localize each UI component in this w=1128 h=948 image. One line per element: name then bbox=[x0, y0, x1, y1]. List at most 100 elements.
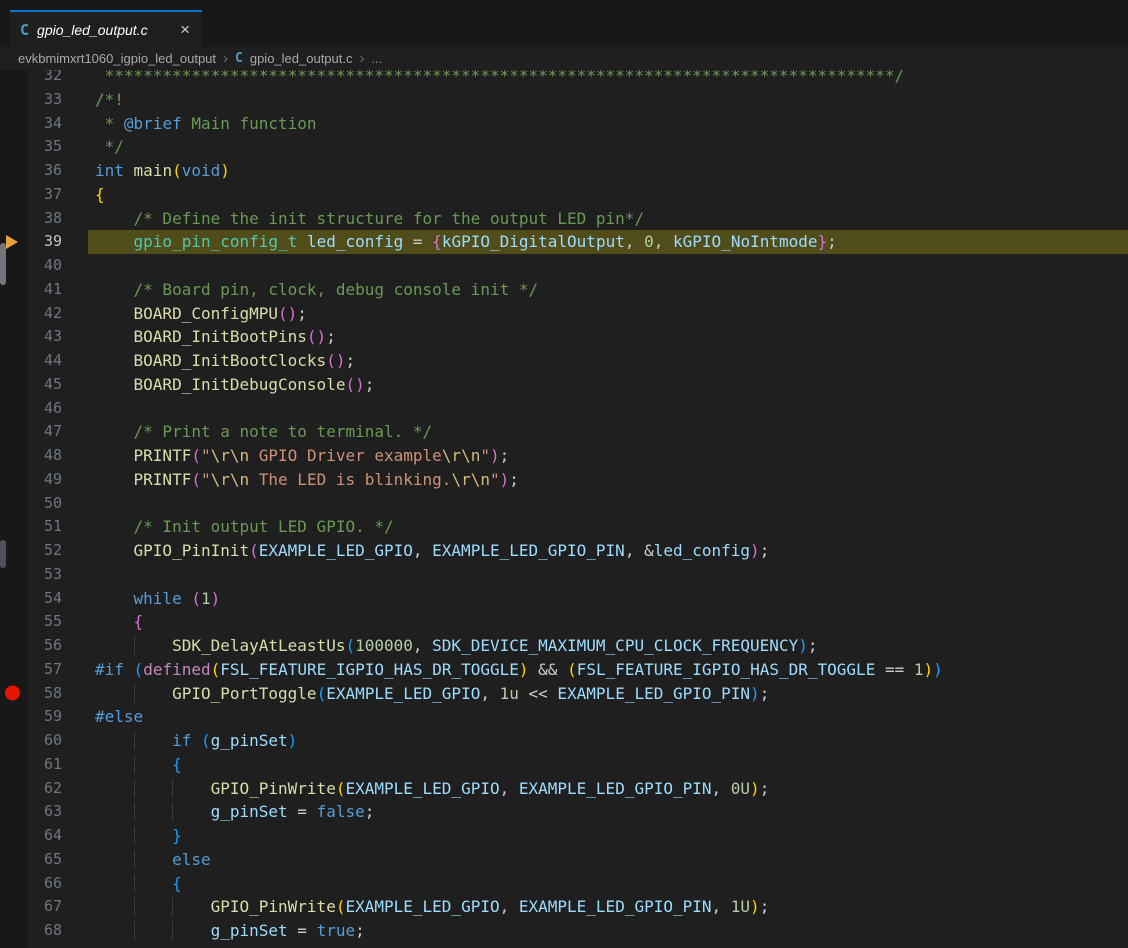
code-line[interactable]: 37{ bbox=[0, 183, 1128, 207]
glyph-margin[interactable] bbox=[0, 373, 28, 397]
glyph-margin[interactable] bbox=[0, 515, 28, 539]
code-text[interactable]: GPIO_PinWrite(EXAMPLE_LED_GPIO, EXAMPLE_… bbox=[88, 895, 1128, 919]
glyph-margin[interactable] bbox=[0, 135, 28, 159]
glyph-margin[interactable] bbox=[0, 207, 28, 231]
glyph-margin[interactable] bbox=[0, 112, 28, 136]
code-text[interactable] bbox=[88, 563, 1128, 587]
glyph-margin[interactable] bbox=[0, 729, 28, 753]
glyph-margin[interactable] bbox=[0, 349, 28, 373]
code-line[interactable]: 57#if (defined(FSL_FEATURE_IGPIO_HAS_DR_… bbox=[0, 658, 1128, 682]
code-text[interactable]: BOARD_ConfigMPU(); bbox=[88, 302, 1128, 326]
glyph-margin[interactable] bbox=[0, 88, 28, 112]
code-line[interactable]: 53 bbox=[0, 563, 1128, 587]
glyph-margin[interactable] bbox=[0, 183, 28, 207]
code-line[interactable]: 65 else bbox=[0, 848, 1128, 872]
code-text[interactable]: #else bbox=[88, 705, 1128, 729]
code-text[interactable]: /* Print a note to terminal. */ bbox=[88, 420, 1128, 444]
breadcrumb-item-folder[interactable]: evkbmimxrt1060_igpio_led_output bbox=[18, 51, 216, 66]
code-text[interactable]: #if (defined(FSL_FEATURE_IGPIO_HAS_DR_TO… bbox=[88, 658, 1128, 682]
code-line[interactable]: 50 bbox=[0, 492, 1128, 516]
code-text[interactable]: int main(void) bbox=[88, 159, 1128, 183]
code-text[interactable]: g_pinSet = true; bbox=[88, 919, 1128, 943]
code-text[interactable]: GPIO_PinWrite(EXAMPLE_LED_GPIO, EXAMPLE_… bbox=[88, 777, 1128, 801]
glyph-margin[interactable] bbox=[0, 70, 28, 88]
code-text[interactable]: BOARD_InitDebugConsole(); bbox=[88, 373, 1128, 397]
code-text[interactable]: else bbox=[88, 848, 1128, 872]
code-line[interactable]: 58 GPIO_PortToggle(EXAMPLE_LED_GPIO, 1u … bbox=[0, 682, 1128, 706]
code-text[interactable]: GPIO_PortToggle(EXAMPLE_LED_GPIO, 1u << … bbox=[88, 682, 1128, 706]
code-text[interactable] bbox=[88, 397, 1128, 421]
code-text[interactable]: PRINTF("\r\n The LED is blinking.\r\n"); bbox=[88, 468, 1128, 492]
code-line[interactable]: 62 GPIO_PinWrite(EXAMPLE_LED_GPIO, EXAMP… bbox=[0, 777, 1128, 801]
code-line[interactable]: 47 /* Print a note to terminal. */ bbox=[0, 420, 1128, 444]
code-line[interactable]: 51 /* Init output LED GPIO. */ bbox=[0, 515, 1128, 539]
glyph-margin[interactable] bbox=[0, 824, 28, 848]
code-text[interactable]: ****************************************… bbox=[88, 70, 1128, 88]
glyph-margin[interactable] bbox=[0, 848, 28, 872]
glyph-margin[interactable] bbox=[0, 325, 28, 349]
glyph-margin[interactable] bbox=[0, 872, 28, 896]
code-text[interactable]: SDK_DelayAtLeastUs(100000, SDK_DEVICE_MA… bbox=[88, 634, 1128, 658]
code-line[interactable]: 64 } bbox=[0, 824, 1128, 848]
code-line[interactable]: 63 g_pinSet = false; bbox=[0, 800, 1128, 824]
glyph-margin[interactable] bbox=[0, 919, 28, 943]
code-text[interactable]: /* Define the init structure for the out… bbox=[88, 207, 1128, 231]
code-text[interactable]: { bbox=[88, 872, 1128, 896]
glyph-margin[interactable] bbox=[0, 800, 28, 824]
code-line[interactable]: 35 */ bbox=[0, 135, 1128, 159]
code-line[interactable]: 38 /* Define the init structure for the … bbox=[0, 207, 1128, 231]
glyph-margin[interactable] bbox=[0, 492, 28, 516]
code-line[interactable]: 46 bbox=[0, 397, 1128, 421]
code-text[interactable]: { bbox=[88, 610, 1128, 634]
glyph-margin[interactable] bbox=[0, 753, 28, 777]
glyph-margin[interactable] bbox=[0, 587, 28, 611]
code-text[interactable]: */ bbox=[88, 135, 1128, 159]
editor-tab-gpio-led-output[interactable]: C gpio_led_output.c × bbox=[10, 10, 202, 47]
glyph-margin[interactable] bbox=[0, 397, 28, 421]
glyph-margin[interactable] bbox=[0, 444, 28, 468]
glyph-margin[interactable] bbox=[0, 705, 28, 729]
code-text[interactable] bbox=[88, 492, 1128, 516]
editor[interactable]: 32 *************************************… bbox=[0, 70, 1128, 948]
code-text[interactable]: while (1) bbox=[88, 587, 1128, 611]
code-line[interactable]: 56 SDK_DelayAtLeastUs(100000, SDK_DEVICE… bbox=[0, 634, 1128, 658]
code-line[interactable]: 45 BOARD_InitDebugConsole(); bbox=[0, 373, 1128, 397]
code-line[interactable]: 36int main(void) bbox=[0, 159, 1128, 183]
code-text[interactable]: BOARD_InitBootPins(); bbox=[88, 325, 1128, 349]
breadcrumb-item-file[interactable]: gpio_led_output.c bbox=[250, 51, 353, 66]
glyph-margin[interactable] bbox=[0, 658, 28, 682]
close-icon[interactable]: × bbox=[178, 21, 192, 38]
code-text[interactable]: if (g_pinSet) bbox=[88, 729, 1128, 753]
glyph-margin[interactable] bbox=[0, 895, 28, 919]
glyph-margin[interactable] bbox=[0, 468, 28, 492]
glyph-margin[interactable] bbox=[0, 159, 28, 183]
code-line[interactable]: 42 BOARD_ConfigMPU(); bbox=[0, 302, 1128, 326]
code-line[interactable]: 60 if (g_pinSet) bbox=[0, 729, 1128, 753]
code-line[interactable]: 44 BOARD_InitBootClocks(); bbox=[0, 349, 1128, 373]
code-line[interactable]: 43 BOARD_InitBootPins(); bbox=[0, 325, 1128, 349]
code-text[interactable]: /* Init output LED GPIO. */ bbox=[88, 515, 1128, 539]
code-line[interactable]: 48 PRINTF("\r\n GPIO Driver example\r\n"… bbox=[0, 444, 1128, 468]
code-line[interactable]: 67 GPIO_PinWrite(EXAMPLE_LED_GPIO, EXAMP… bbox=[0, 895, 1128, 919]
code-text[interactable]: /* Board pin, clock, debug console init … bbox=[88, 278, 1128, 302]
glyph-margin[interactable] bbox=[0, 420, 28, 444]
code-text[interactable]: GPIO_PinInit(EXAMPLE_LED_GPIO, EXAMPLE_L… bbox=[88, 539, 1128, 563]
code-line[interactable]: 32 *************************************… bbox=[0, 70, 1128, 88]
code-line[interactable]: 52 GPIO_PinInit(EXAMPLE_LED_GPIO, EXAMPL… bbox=[0, 539, 1128, 563]
code-line[interactable]: 49 PRINTF("\r\n The LED is blinking.\r\n… bbox=[0, 468, 1128, 492]
code-line[interactable]: 41 /* Board pin, clock, debug console in… bbox=[0, 278, 1128, 302]
code-line[interactable]: 68 g_pinSet = true; bbox=[0, 919, 1128, 943]
glyph-margin[interactable] bbox=[0, 634, 28, 658]
code-text[interactable]: g_pinSet = false; bbox=[88, 800, 1128, 824]
code-line[interactable]: 61 { bbox=[0, 753, 1128, 777]
code-text[interactable] bbox=[88, 254, 1128, 278]
code-line[interactable]: 66 { bbox=[0, 872, 1128, 896]
glyph-margin[interactable] bbox=[0, 682, 28, 706]
glyph-margin[interactable] bbox=[0, 777, 28, 801]
glyph-margin[interactable] bbox=[0, 302, 28, 326]
code-line[interactable]: 40 bbox=[0, 254, 1128, 278]
code-text[interactable]: gpio_pin_config_t led_config = {kGPIO_Di… bbox=[88, 230, 1128, 254]
breadcrumb-item-symbol[interactable]: ... bbox=[372, 51, 383, 66]
code-text[interactable]: PRINTF("\r\n GPIO Driver example\r\n"); bbox=[88, 444, 1128, 468]
code-text[interactable]: * @brief Main function bbox=[88, 112, 1128, 136]
